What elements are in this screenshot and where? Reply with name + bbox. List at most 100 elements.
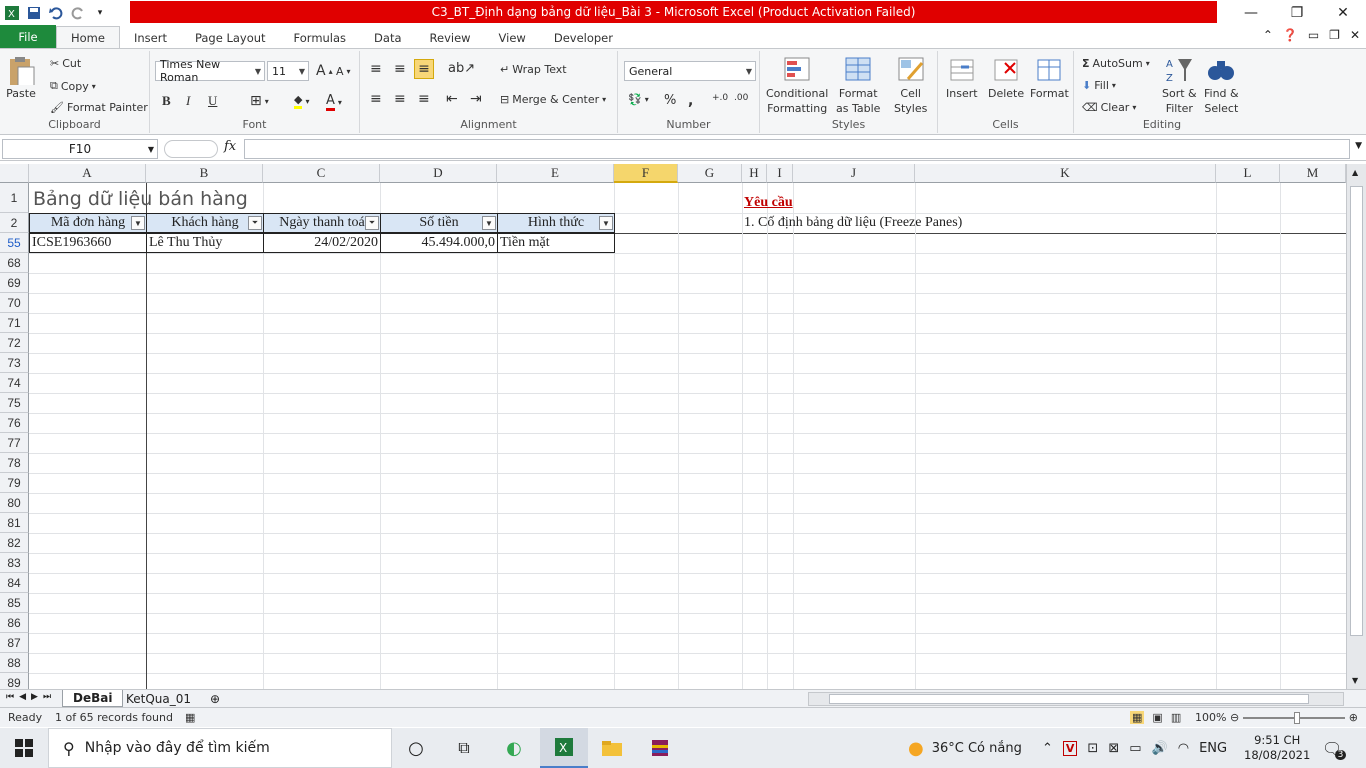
column-header-f[interactable]: F <box>614 164 678 183</box>
grow-font-button[interactable]: A ▴ <box>316 63 333 79</box>
column-header-l[interactable]: L <box>1216 164 1280 183</box>
currency-button[interactable]: 💱 ▾ <box>628 93 649 106</box>
requirement-title[interactable]: Yêu cầu <box>742 193 795 213</box>
comma-button[interactable]: , <box>688 93 693 109</box>
formula-bar-expander[interactable] <box>164 140 218 158</box>
column-header-c[interactable]: C <box>263 164 380 183</box>
column-header-i[interactable]: I <box>767 164 793 183</box>
merge-center-button[interactable]: ⊟ Merge & Center ▾ <box>500 93 606 106</box>
language-indicator[interactable]: ENG <box>1199 741 1227 756</box>
tab-file[interactable]: File <box>0 25 56 49</box>
antivirus-icon[interactable]: V <box>1062 740 1078 756</box>
taskbar-search[interactable]: ⚲ Nhập vào đây để tìm kiếm <box>48 728 392 768</box>
macro-record-icon[interactable]: ▦ <box>185 711 195 724</box>
cell-a55[interactable]: ICSE1963660 <box>29 233 147 253</box>
row-header-71[interactable]: 71 <box>0 313 29 333</box>
paste-button[interactable]: Paste <box>6 55 36 100</box>
format-as-table-button[interactable]: Format as Table <box>836 55 880 115</box>
align-bottom-button[interactable]: ≡ <box>414 59 434 79</box>
row-header-55[interactable]: 55 <box>0 233 29 253</box>
cut-button[interactable]: ✂ Cut <box>50 57 81 70</box>
window-minimize-icon[interactable]: ▭ <box>1308 28 1319 42</box>
font-size-select[interactable]: 11 ▼ <box>267 61 309 81</box>
italic-button[interactable]: I <box>186 93 190 109</box>
page-break-view-icon[interactable]: ▥ <box>1171 711 1181 724</box>
delete-cells-button[interactable]: Delete <box>988 55 1024 100</box>
scroll-up-icon[interactable]: ▲ <box>1352 168 1358 177</box>
zoom-level[interactable]: 100% <box>1195 711 1226 724</box>
conditional-formatting-button[interactable]: Conditional Formatting <box>766 55 828 115</box>
tray-network-device-icon[interactable]: ⊠ <box>1108 741 1119 756</box>
row-header-88[interactable]: 88 <box>0 653 29 673</box>
horizontal-scroll-thumb[interactable] <box>829 694 1309 704</box>
shrink-font-button[interactable]: A ▾ <box>336 65 351 78</box>
zoom-in-icon[interactable]: ⊕ <box>1349 711 1358 724</box>
row-header-68[interactable]: 68 <box>0 253 29 273</box>
tab-page-layout[interactable]: Page Layout <box>181 26 280 49</box>
orientation-button[interactable]: ab↗ <box>448 61 475 76</box>
borders-button[interactable]: ⊞ ▾ <box>250 93 269 109</box>
align-center-button[interactable]: ≡ <box>394 91 406 107</box>
row-header-82[interactable]: 82 <box>0 533 29 553</box>
decrease-indent-button[interactable]: ⇤ <box>446 91 458 107</box>
row-header-86[interactable]: 86 <box>0 613 29 633</box>
save-icon[interactable] <box>26 5 42 21</box>
row-header-81[interactable]: 81 <box>0 513 29 533</box>
tab-home[interactable]: Home <box>56 26 120 49</box>
vertical-scrollbar[interactable]: ▲ ▼ <box>1346 164 1366 689</box>
align-top-button[interactable]: ≡ <box>370 61 382 77</box>
tab-developer[interactable]: Developer <box>540 26 627 49</box>
task-view-icon[interactable]: ⧉ <box>440 728 488 768</box>
window-restore-icon[interactable]: ❐ <box>1329 28 1340 42</box>
undo-icon[interactable] <box>48 5 64 21</box>
header-cell-ma-don-hang[interactable]: Mã đơn hàng ▼ <box>29 213 147 233</box>
sort-filter-button[interactable]: AZ Sort & Filter <box>1162 55 1197 115</box>
battery-icon[interactable]: ▭ <box>1129 741 1141 756</box>
row-header-83[interactable]: 83 <box>0 553 29 573</box>
bold-button[interactable]: B <box>162 93 171 109</box>
requirement-item-1[interactable]: 1. Cố định bảng dữ liệu (Freeze Panes) <box>742 213 964 233</box>
sheet-title[interactable]: Bảng dữ liệu bán hàng <box>31 186 250 212</box>
filter-dropdown-icon[interactable]: ▼ <box>599 216 613 230</box>
find-select-button[interactable]: Find & Select <box>1204 55 1239 115</box>
tab-review[interactable]: Review <box>416 26 485 49</box>
cell-b55[interactable]: Lê Thu Thủy <box>146 233 264 253</box>
row-header-77[interactable]: 77 <box>0 433 29 453</box>
close-button[interactable]: ✕ <box>1320 0 1366 25</box>
normal-view-icon[interactable]: ▦ <box>1130 711 1145 724</box>
cell-c55[interactable]: 24/02/2020 <box>263 233 381 253</box>
row-header-75[interactable]: 75 <box>0 393 29 413</box>
header-cell-so-tien[interactable]: Số tiền ▼ <box>380 213 498 233</box>
tray-expand-icon[interactable]: ⌃ <box>1042 741 1053 756</box>
clock[interactable]: 9:51 CH 18/08/2021 <box>1244 728 1310 768</box>
tab-insert[interactable]: Insert <box>120 26 181 49</box>
row-header-2[interactable]: 2 <box>0 213 29 233</box>
clear-button[interactable]: ⌫ Clear ▾ <box>1082 101 1136 114</box>
row-header-89[interactable]: 89 <box>0 673 29 689</box>
increase-decimal-button[interactable]: +.0 <box>712 93 728 103</box>
header-cell-ngay-thanh-toan[interactable]: Ngày thanh toá ⏷ <box>263 213 381 233</box>
row-header-74[interactable]: 74 <box>0 373 29 393</box>
select-all-corner[interactable] <box>0 164 29 183</box>
weather-widget[interactable]: ● 36°C Có nắng <box>908 728 1022 768</box>
file-explorer-icon[interactable] <box>588 728 636 768</box>
row-header-78[interactable]: 78 <box>0 453 29 473</box>
increase-indent-button[interactable]: ⇥ <box>470 91 482 107</box>
minimize-button[interactable]: — <box>1228 0 1274 25</box>
page-layout-view-icon[interactable]: ▣ <box>1152 711 1162 724</box>
align-middle-button[interactable]: ≡ <box>394 61 406 77</box>
sheet-nav-arrows-icon[interactable]: ⏮◀▶⏭ <box>6 692 56 702</box>
winrar-icon[interactable] <box>636 728 684 768</box>
zoom-slider[interactable]: ⊖ ⊕ <box>1230 711 1358 724</box>
row-header-73[interactable]: 73 <box>0 353 29 373</box>
redo-icon[interactable] <box>70 5 86 21</box>
window-close-icon[interactable]: ✕ <box>1350 28 1360 42</box>
new-sheet-icon[interactable]: ⊕ <box>200 690 230 707</box>
row-header-84[interactable]: 84 <box>0 573 29 593</box>
horizontal-scrollbar[interactable] <box>808 692 1344 706</box>
wrap-text-button[interactable]: ↵ Wrap Text <box>500 63 567 76</box>
fill-color-button[interactable]: ◆ ▾ <box>294 93 309 109</box>
ribbon-minimize-icon[interactable]: ⌃ <box>1263 28 1273 42</box>
scroll-down-icon[interactable]: ▼ <box>1352 676 1358 685</box>
tab-formulas[interactable]: Formulas <box>280 26 361 49</box>
